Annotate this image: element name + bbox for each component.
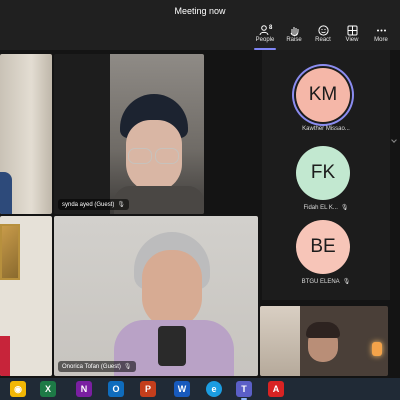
avatar-fidah: FK [296, 146, 350, 200]
avatar-elena: BE [296, 220, 350, 274]
excel-icon[interactable]: X [40, 381, 56, 397]
acrobat-icon[interactable]: A [268, 381, 284, 397]
avatar-initials: FK [310, 162, 336, 183]
video-tile-cropped-left[interactable] [0, 54, 52, 214]
avatar-initials: KM [308, 84, 338, 105]
people-label: People [255, 37, 275, 43]
word-icon[interactable]: W [174, 381, 190, 397]
avatar-initials: BE [310, 236, 336, 257]
person-shoulder-shape [0, 172, 12, 214]
participant-name: Onorica Tofan (Guest) [62, 364, 121, 370]
hair-shape [306, 322, 340, 338]
name-chip-onorica: Onorica Tofan (Guest) 🎙︎ [58, 361, 136, 372]
view-label: View [345, 37, 359, 43]
participant-avatar-column: KM Kawther Missao... FK Fidah EL K... 🎙︎ … [262, 50, 390, 300]
react-label: React [315, 37, 331, 43]
avatar-name: Kawther Missao... [302, 126, 350, 132]
video-tile-cropped-bottom-left[interactable] [0, 216, 52, 376]
video-tile-synda[interactable]: synda ayed (Guest) 🎙︎ [54, 54, 204, 214]
participant-name: synda ayed (Guest) [62, 202, 115, 208]
windows-taskbar: ◉ X N O P W e T A [0, 378, 400, 400]
scroll-chevron-icon[interactable] [391, 137, 397, 143]
mic-off-icon: 🎙︎ [342, 279, 351, 285]
mic-off-icon: 🎙︎ [123, 364, 132, 370]
raise-hand-icon [290, 27, 298, 36]
teams-meeting-window: Meeting now 8 People Raise React View Mo… [0, 0, 400, 400]
person-shoulder-shape [0, 336, 10, 376]
glasses-left-shape [128, 148, 152, 164]
lamp-shape [372, 342, 382, 356]
meeting-toolbar: 8 People Raise React View More [0, 22, 400, 50]
onenote-icon[interactable]: N [76, 381, 92, 397]
more-label: More [374, 37, 388, 43]
view-button[interactable]: View [338, 22, 366, 50]
avatar-card-fidah[interactable]: FK Fidah EL K... 🎙︎ [262, 146, 390, 224]
meeting-title: Meeting now [174, 6, 226, 16]
face-shape [142, 250, 202, 328]
raise-hand-button[interactable]: Raise [280, 22, 308, 50]
react-smiley-icon [317, 25, 329, 36]
avatar-name-row: Fidah EL K... 🎙︎ [262, 204, 390, 211]
avatar-name: Fidah EL K... [303, 205, 338, 211]
avatar-card-elena[interactable]: BE BTGU ELENA 🎙︎ [262, 220, 390, 298]
mic-off-icon: 🎙︎ [117, 202, 125, 208]
teams-icon[interactable]: T [236, 381, 252, 397]
avatar-name: BTGU ELENA [301, 279, 340, 285]
powerpoint-icon[interactable]: P [140, 381, 156, 397]
react-button[interactable]: React [309, 22, 337, 50]
glasses-right-shape [155, 148, 179, 164]
title-bar: Meeting now [0, 0, 400, 22]
edge-icon[interactable]: e [206, 381, 222, 397]
outlook-icon[interactable]: O [108, 381, 124, 397]
chrome-icon[interactable]: ◉ [10, 381, 26, 397]
wall-painting-shape [0, 224, 20, 280]
video-stage: synda ayed (Guest) 🎙︎ KM Kawther Missao..… [0, 50, 400, 378]
avatar-card-kawther[interactable]: KM Kawther Missao... [262, 68, 390, 146]
more-dots-icon [376, 29, 386, 32]
avatar-kawther: KM [296, 68, 350, 122]
window-light-shape [260, 306, 300, 376]
more-button[interactable]: More [367, 22, 395, 50]
video-tile-onorica[interactable]: Onorica Tofan (Guest) 🎙︎ [54, 216, 258, 376]
self-view-tile[interactable] [260, 306, 388, 376]
name-chip-synda: synda ayed (Guest) 🎙︎ [58, 199, 129, 210]
mic-off-icon: 🎙︎ [340, 205, 349, 211]
people-button[interactable]: 8 People [251, 22, 279, 50]
avatar-name-row: BTGU ELENA 🎙︎ [262, 278, 390, 285]
raise-label: Raise [286, 37, 302, 43]
view-grid-icon [347, 25, 357, 36]
people-count-badge: 8 [269, 25, 273, 31]
top-shape [158, 326, 186, 366]
